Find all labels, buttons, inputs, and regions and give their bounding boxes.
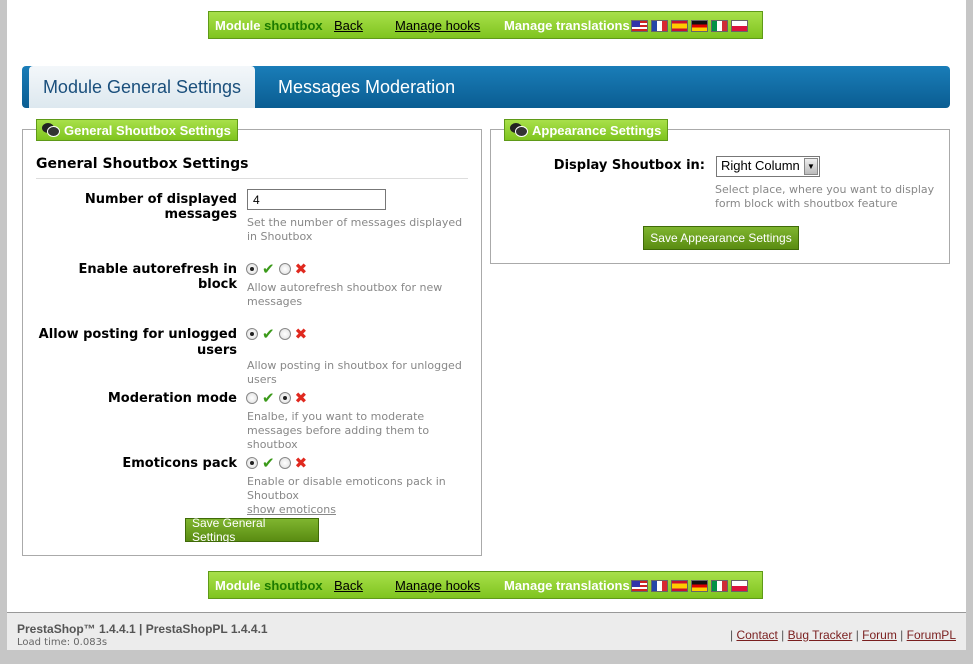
cross-icon: ✖ — [294, 260, 308, 278]
display-shoutbox-label: Display Shoutbox in: — [553, 158, 705, 173]
tab-messages-moderation[interactable]: Messages Moderation — [278, 66, 455, 108]
unlogged-label: Allow posting for unlogged users — [38, 327, 237, 358]
save-general-settings-button[interactable]: Save General Settings — [185, 516, 319, 544]
dropdown-arrow-icon[interactable]: ▼ — [804, 158, 818, 175]
manage-translations-label: Manage translations: — [504, 17, 635, 33]
flag-pl-icon[interactable] — [731, 580, 748, 592]
display-position-hint: Select place, where you want to display … — [715, 183, 935, 210]
module-name: Module shoutbox — [215, 577, 323, 593]
autorefresh-label: Enable autorefresh in block — [78, 262, 237, 292]
autorefresh-no-radio[interactable] — [278, 263, 291, 275]
chat-bubbles-icon — [41, 122, 61, 138]
language-flags — [631, 580, 748, 592]
emoticons-yes-radio[interactable] — [246, 457, 258, 469]
num-messages-label: Number of displayed messages — [84, 192, 237, 222]
footer: PrestaShop™ 1.4.4.1 | PrestaShopPL 1.4.4… — [7, 612, 966, 650]
moderation-no-radio[interactable] — [278, 392, 291, 404]
show-emoticons-link[interactable]: show emoticons — [247, 503, 336, 516]
appearance-settings-fieldset: Appearance Settings Display Shoutbox in:… — [490, 119, 950, 264]
contact-link[interactable]: Contact — [736, 628, 777, 642]
emoticons-label: Emoticons pack — [122, 456, 237, 471]
module-toolbar-top: Module shoutbox Back Manage hooks Manage… — [208, 11, 763, 39]
unlogged-yes-radio[interactable] — [246, 328, 258, 340]
flag-fr-icon[interactable] — [651, 580, 668, 592]
check-icon: ✔ — [262, 389, 275, 407]
cross-icon: ✖ — [294, 325, 308, 343]
moderation-label: Moderation mode — [107, 391, 237, 406]
autorefresh-radios: ✔ ✖ — [246, 260, 309, 278]
load-time: Load time: 0.083s — [17, 637, 108, 648]
check-icon: ✔ — [262, 454, 275, 472]
emoticons-no-radio[interactable] — [278, 457, 291, 469]
flag-pl-icon[interactable] — [731, 20, 748, 32]
num-messages-input[interactable] — [247, 189, 386, 210]
flag-es-icon[interactable] — [671, 20, 688, 32]
general-settings-legend: General Shoutbox Settings — [36, 119, 238, 141]
back-link[interactable]: Back — [334, 578, 363, 593]
tab-general-settings[interactable]: Module General Settings — [29, 66, 255, 108]
divider — [36, 178, 468, 179]
autorefresh-yes-radio[interactable] — [246, 263, 258, 275]
footer-links: | Contact | Bug Tracker | Forum | ForumP… — [730, 628, 956, 642]
check-icon: ✔ — [262, 325, 275, 343]
unlogged-no-radio[interactable] — [278, 328, 291, 340]
cross-icon: ✖ — [294, 454, 308, 472]
manage-hooks-link[interactable]: Manage hooks — [395, 578, 480, 593]
appearance-settings-legend: Appearance Settings — [504, 119, 669, 141]
moderation-hint: Enalbe, if you want to moderate messages… — [247, 410, 430, 451]
tab-bar: Module General Settings Messages Moderat… — [22, 66, 950, 108]
version-text: PrestaShop™ 1.4.4.1 | PrestaShopPL 1.4.4… — [17, 622, 268, 636]
back-link[interactable]: Back — [334, 18, 363, 33]
flag-es-icon[interactable] — [671, 580, 688, 592]
cross-icon: ✖ — [294, 389, 308, 407]
section-heading: General Shoutbox Settings — [36, 156, 249, 172]
emoticons-hint: Enable or disable emoticons pack in Shou… — [247, 475, 446, 516]
moderation-yes-radio[interactable] — [246, 392, 258, 404]
save-appearance-settings-button[interactable]: Save Appearance Settings — [643, 226, 799, 250]
check-icon: ✔ — [262, 260, 275, 278]
unlogged-hint: Allow posting in shoutbox for unlogged u… — [247, 359, 462, 386]
display-position-select[interactable]: Right Column ▼ — [716, 156, 820, 177]
flag-it-icon[interactable] — [711, 20, 728, 32]
num-messages-hint: Set the number of messages displayed in … — [247, 216, 463, 243]
manage-translations-label: Manage translations: — [504, 577, 635, 593]
chat-bubbles-icon — [509, 122, 529, 138]
flag-it-icon[interactable] — [711, 580, 728, 592]
flag-de-icon[interactable] — [691, 20, 708, 32]
forumpl-link[interactable]: ForumPL — [907, 628, 956, 642]
module-toolbar-bottom: Module shoutbox Back Manage hooks Manage… — [208, 571, 763, 599]
forum-link[interactable]: Forum — [862, 628, 897, 642]
flag-en-icon[interactable] — [631, 580, 648, 592]
bug-tracker-link[interactable]: Bug Tracker — [788, 628, 853, 642]
manage-hooks-link[interactable]: Manage hooks — [395, 18, 480, 33]
general-settings-fieldset: General Shoutbox Settings General Shoutb… — [22, 119, 482, 556]
flag-fr-icon[interactable] — [651, 20, 668, 32]
unlogged-radios: ✔ ✖ — [246, 325, 309, 343]
flag-en-icon[interactable] — [631, 20, 648, 32]
flag-de-icon[interactable] — [691, 580, 708, 592]
autorefresh-hint: Allow autorefresh shoutbox for new messa… — [247, 281, 443, 308]
language-flags — [631, 20, 748, 32]
module-name: Module shoutbox — [215, 17, 323, 33]
emoticons-radios: ✔ ✖ — [246, 454, 309, 472]
moderation-radios: ✔ ✖ — [246, 389, 309, 407]
